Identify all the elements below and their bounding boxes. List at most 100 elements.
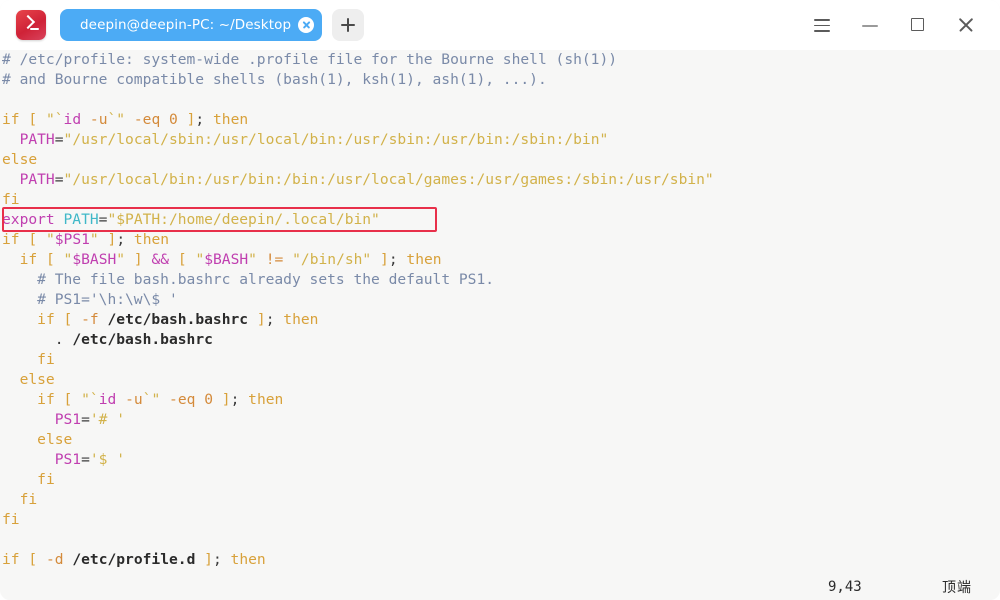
code-token: if	[37, 311, 55, 328]
code-line: # The file bash.bashrc already sets the …	[0, 270, 714, 290]
code-token: fi	[2, 511, 20, 528]
code-token: then	[133, 231, 170, 248]
tab-close-icon[interactable]	[298, 17, 315, 33]
code-token: /etc/bash.bashrc	[72, 331, 213, 348]
code-token: $BASH	[72, 251, 117, 268]
editor-text-area[interactable]: # /etc/profile: system-wide .profile fil…	[0, 50, 714, 570]
code-token: "	[248, 251, 257, 268]
minimize-icon[interactable]	[846, 5, 894, 45]
code-line: if [ "$BASH" ] && [ "$BASH" != "/bin/sh"…	[0, 250, 714, 270]
code-token: then	[248, 391, 284, 408]
code-token: =	[54, 131, 64, 148]
code-token: /etc/bash.bashrc	[107, 311, 249, 328]
new-tab-button[interactable]	[332, 9, 365, 41]
code-token: fi	[2, 191, 20, 208]
code-line: fi	[0, 190, 714, 210]
code-token: [	[28, 231, 38, 248]
window-controls	[798, 5, 990, 45]
code-line: fi	[0, 490, 714, 510]
terminal-content[interactable]: # /etc/profile: system-wide .profile fil…	[0, 50, 1000, 600]
tab-label: deepin@deepin-PC: ~/Desktop	[80, 17, 292, 33]
code-token: `"	[107, 111, 126, 128]
code-token: then	[230, 551, 266, 568]
code-line: else	[0, 370, 714, 390]
code-token: else	[19, 371, 55, 388]
code-token: then	[406, 251, 442, 268]
code-token: 0	[204, 391, 213, 408]
code-token: # The file bash.bashrc already sets the …	[37, 271, 495, 288]
code-token: ]	[221, 391, 231, 408]
code-token: then	[283, 311, 319, 328]
code-token: then	[213, 111, 249, 128]
code-token: ]	[204, 551, 213, 568]
code-line: PS1='# '	[0, 410, 714, 430]
code-token: export	[2, 211, 55, 228]
code-line: # PS1='\h:\w\$ '	[0, 290, 714, 310]
code-token: ;	[116, 231, 126, 248]
code-token: # /etc/profile: system-wide .profile fil…	[2, 51, 618, 68]
editor-status-bar: 9,43 顶端	[0, 574, 1000, 600]
code-token: -d	[45, 551, 64, 568]
cursor-position-indicator: 9,43	[828, 579, 862, 595]
scroll-state-indicator: 顶端	[942, 580, 972, 596]
code-token: id	[63, 111, 82, 128]
title-bar: deepin@deepin-PC: ~/Desktop	[0, 0, 1000, 50]
code-line: if [ -d /etc/profile.d ]; then	[0, 550, 714, 570]
code-token: "/usr/local/bin:/usr/bin:/bin:/usr/local…	[63, 171, 714, 188]
code-line: fi	[0, 510, 714, 530]
code-token: if	[37, 391, 55, 408]
code-line: # and Bourne compatible shells (bash(1),…	[0, 70, 714, 90]
code-token: `"	[142, 391, 161, 408]
code-token: ;	[212, 551, 222, 568]
code-token: =	[81, 411, 90, 428]
code-token: ]	[380, 251, 389, 268]
code-token: # PS1='\h:\w\$ '	[37, 291, 178, 308]
code-token: if	[19, 251, 38, 268]
code-line: else	[0, 430, 714, 450]
code-token: '$ '	[89, 451, 126, 468]
tab-strip: deepin@deepin-PC: ~/Desktop	[60, 9, 365, 41]
tab-deepin-desktop[interactable]: deepin@deepin-PC: ~/Desktop	[60, 9, 323, 41]
code-token: else	[2, 151, 38, 168]
code-token: "`	[81, 391, 99, 408]
code-token: [	[63, 311, 73, 328]
code-line: export PATH="$PATH:/home/deepin/.local/b…	[0, 210, 714, 230]
code-token: if	[2, 551, 20, 568]
code-token: else	[37, 431, 73, 448]
hamburger-menu-icon[interactable]	[798, 5, 846, 45]
code-token: .	[54, 331, 64, 348]
code-token: &&	[151, 251, 170, 268]
code-token: PATH	[19, 131, 55, 148]
code-token: [	[28, 551, 38, 568]
code-token: "	[116, 251, 126, 268]
code-token: =	[54, 171, 64, 188]
close-icon[interactable]	[942, 5, 990, 45]
code-token: [	[63, 391, 73, 408]
code-token: 0	[169, 111, 178, 128]
maximize-icon[interactable]	[894, 5, 942, 45]
code-token: PS1	[54, 411, 82, 428]
code-line: PS1='$ '	[0, 450, 714, 470]
code-token: # and Bourne compatible shells (bash(1),…	[2, 71, 547, 88]
